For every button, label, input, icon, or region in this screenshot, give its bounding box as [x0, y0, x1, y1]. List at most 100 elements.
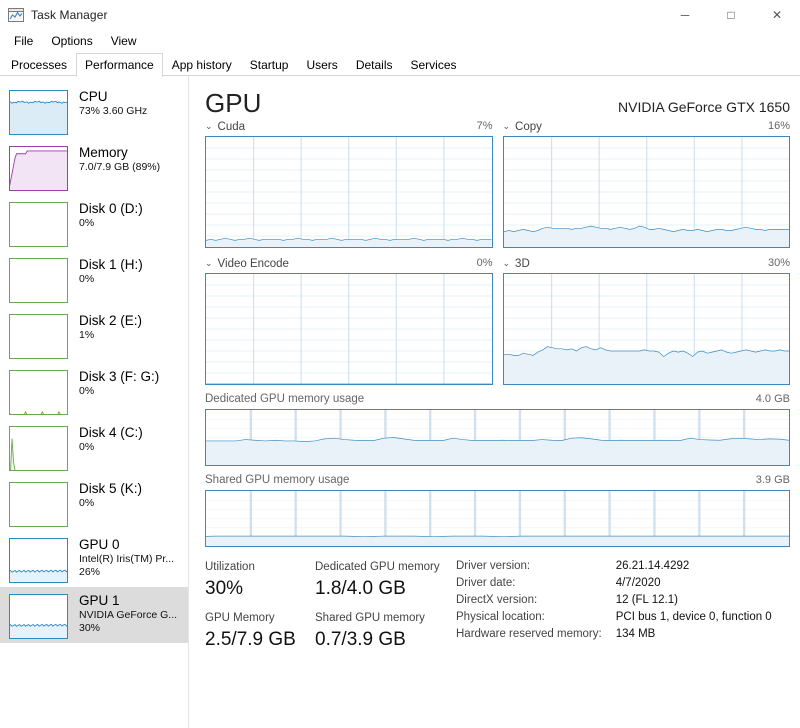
close-button[interactable]: ✕ — [754, 0, 800, 30]
engine-name-copy: Copy — [515, 120, 542, 133]
info-key-driver-version: Driver version: — [456, 560, 531, 572]
resource-sidebar[interactable]: CPU 73% 3.60 GHz Memory 7.0/7.9 GB (89%) Dis… — [0, 76, 189, 728]
sidebar-item-label: Disk 3 (F: G:) — [79, 369, 160, 384]
chart-shared-memory — [205, 490, 790, 547]
window-titlebar: Task Manager ─ □ ✕ — [0, 0, 800, 30]
stat-value-utilization: 30% — [205, 578, 244, 599]
sidebar-item-label: Disk 4 (C:) — [79, 425, 143, 440]
sidebar-item-detail: 7.0/7.9 GB (89%) — [79, 161, 161, 173]
chart-3d — [502, 273, 790, 385]
sidebar-item-usage: 26% — [79, 566, 101, 578]
chevron-down-icon[interactable]: ⌄ — [503, 122, 511, 131]
info-value-physical-location: PCI bus 1, device 0, function 0 — [615, 611, 772, 623]
sidebar-item-disk-1-h[interactable]: Disk 1 (H:) 0% — [0, 251, 188, 307]
window-title: Task Manager — [31, 8, 108, 22]
tab-processes[interactable]: Processes — [2, 53, 76, 76]
engine-name-cuda: Cuda — [217, 120, 246, 133]
engine-label-3d: ⌄ 3D 30% — [503, 257, 791, 273]
tab-services[interactable]: Services — [402, 53, 466, 76]
menu-item-view[interactable]: View — [102, 32, 146, 50]
info-value-hardware-reserved-memory: 134 MB — [615, 628, 656, 640]
sidebar-thumbnail-chart — [9, 90, 68, 135]
engine-value-cuda: 7% — [476, 120, 493, 132]
dedicated-memory-label-row: Dedicated GPU memory usage 4.0 GB — [205, 393, 790, 409]
sidebar-thumbnail-chart — [9, 370, 68, 415]
tab-app-history[interactable]: App history — [163, 53, 241, 76]
stat-label-gpu-memory: GPU Memory — [205, 612, 275, 624]
engine-row-2: ⌄ Video Encode 0% ⌄ 3D 30% — [205, 257, 790, 385]
sidebar-item-disk-2-e[interactable]: Disk 2 (E:) 1% — [0, 307, 188, 363]
stat-value-gpu-memory: 2.5/7.9 GB — [205, 629, 296, 650]
stat-label-shared-gpu-memory: Shared GPU memory — [315, 612, 425, 624]
minimize-button[interactable]: ─ — [662, 0, 708, 30]
sidebar-item-detail: NVIDIA GeForce G... — [79, 609, 178, 621]
stat-value-shared-gpu-memory: 0.7/3.9 GB — [315, 629, 406, 650]
chart-video-encode — [205, 273, 493, 385]
sidebar-item-text: Disk 4 (C:) 0% — [68, 424, 143, 454]
info-key-directx-version: DirectX version: — [456, 594, 538, 606]
engine-label-copy: ⌄ Copy 16% — [503, 120, 791, 136]
stat-label-dedicated-gpu-memory: Dedicated GPU memory — [315, 561, 440, 573]
tab-users[interactable]: Users — [297, 53, 346, 76]
sidebar-item-text: Memory 7.0/7.9 GB (89%) — [68, 144, 160, 174]
sidebar-item-text: Disk 1 (H:) 0% — [68, 256, 143, 286]
tab-details[interactable]: Details — [347, 53, 402, 76]
sidebar-item-label: GPU 1 — [79, 593, 120, 608]
engine-name-3d: 3D — [515, 257, 530, 270]
window-controls: ─ □ ✕ — [662, 0, 800, 30]
info-value-driver-date: 4/7/2020 — [615, 577, 661, 589]
chevron-down-icon[interactable]: ⌄ — [205, 122, 213, 131]
sidebar-item-disk-0-d[interactable]: Disk 0 (D:) 0% — [0, 195, 188, 251]
tab-strip: Processes Performance App history Startu… — [0, 52, 800, 77]
info-row-driver-version: Driver version: 26.21.14.4292 — [456, 559, 772, 576]
sidebar-item-label: Memory — [79, 145, 128, 160]
engine-value-copy: 16% — [767, 120, 790, 132]
sidebar-item-disk-5-k[interactable]: Disk 5 (K:) 0% — [0, 475, 188, 531]
engine-value-video-encode: 0% — [476, 257, 493, 269]
sidebar-item-memory[interactable]: Memory 7.0/7.9 GB (89%) — [0, 139, 188, 195]
sidebar-item-detail: 0% — [79, 497, 95, 509]
shared-memory-label-row: Shared GPU memory usage 3.9 GB — [205, 474, 790, 490]
sidebar-item-text: GPU 0 Intel(R) Iris(TM) Pr... 26% — [68, 536, 174, 579]
menu-item-file[interactable]: File — [5, 32, 42, 50]
shared-memory-label: Shared GPU memory usage — [205, 474, 350, 486]
sidebar-thumbnail-chart — [9, 314, 68, 359]
sidebar-item-disk-3-f-g[interactable]: Disk 3 (F: G:) 0% — [0, 363, 188, 419]
stat-label-utilization: Utilization — [205, 561, 255, 573]
engine-value-3d: 30% — [767, 257, 790, 269]
tab-performance[interactable]: Performance — [76, 53, 163, 77]
sidebar-item-detail: 0% — [79, 385, 95, 397]
sidebar-item-gpu-0[interactable]: GPU 0 Intel(R) Iris(TM) Pr... 26% — [0, 531, 188, 587]
dedicated-memory-label: Dedicated GPU memory usage — [205, 393, 365, 405]
sidebar-item-detail: 0% — [79, 441, 95, 453]
maximize-button[interactable]: □ — [708, 0, 754, 30]
sidebar-item-detail: 0% — [79, 273, 95, 285]
sidebar-item-disk-4-c[interactable]: Disk 4 (C:) 0% — [0, 419, 188, 475]
sidebar-item-text: Disk 3 (F: G:) 0% — [68, 368, 159, 398]
stat-value-dedicated-gpu-memory: 1.8/4.0 GB — [315, 578, 406, 599]
stat-group-dedicated: Dedicated GPU memory 1.8/4.0 GB Shared G… — [315, 559, 450, 661]
chevron-down-icon[interactable]: ⌄ — [503, 259, 511, 268]
sidebar-item-text: Disk 0 (D:) 0% — [68, 200, 143, 230]
sidebar-item-label: GPU 0 — [79, 537, 120, 552]
sidebar-item-gpu-1[interactable]: GPU 1 NVIDIA GeForce G... 30% — [0, 587, 188, 643]
sidebar-item-label: Disk 2 (E:) — [79, 313, 143, 328]
dedicated-memory-max: 4.0 GB — [755, 393, 790, 405]
sidebar-thumbnail-chart — [9, 258, 68, 303]
chevron-down-icon[interactable]: ⌄ — [205, 259, 213, 268]
menu-item-options[interactable]: Options — [42, 32, 101, 50]
gpu-header: GPU NVIDIA GeForce GTX 1650 — [205, 76, 790, 120]
info-key-hardware-reserved-memory: Hardware reserved memory: — [456, 628, 602, 640]
chart-dedicated-memory — [205, 409, 790, 466]
tab-startup[interactable]: Startup — [241, 53, 298, 76]
sidebar-item-cpu[interactable]: CPU 73% 3.60 GHz — [0, 83, 188, 139]
sidebar-item-label: Disk 5 (K:) — [79, 481, 143, 496]
info-key-driver-date: Driver date: — [456, 577, 516, 589]
info-row-directx-version: DirectX version: 12 (FL 12.1) — [456, 593, 772, 610]
sidebar-item-detail: Intel(R) Iris(TM) Pr... — [79, 553, 175, 565]
sidebar-thumbnail-chart — [9, 146, 68, 191]
sidebar-item-text: Disk 2 (E:) 1% — [68, 312, 142, 342]
sidebar-item-detail: 73% 3.60 GHz — [79, 105, 148, 117]
sidebar-item-text: Disk 5 (K:) 0% — [68, 480, 142, 510]
info-value-directx-version: 12 (FL 12.1) — [615, 594, 678, 606]
